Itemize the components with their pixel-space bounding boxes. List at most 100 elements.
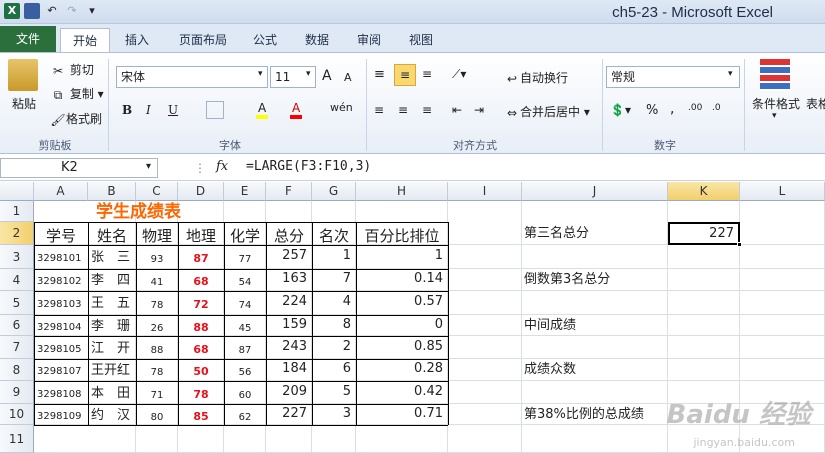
- table-cell[interactable]: 约 汉: [91, 404, 130, 425]
- column-header-l[interactable]: L: [740, 182, 825, 201]
- conditional-format-button[interactable]: 条件格式: [752, 95, 800, 112]
- conditional-format-icon[interactable]: [760, 59, 790, 91]
- row-header-7[interactable]: 7: [0, 336, 34, 359]
- table-cell[interactable]: 78: [136, 291, 178, 315]
- selected-cell-k2[interactable]: 227: [668, 222, 742, 247]
- table-cell[interactable]: 3298104: [37, 315, 82, 336]
- row-header-10[interactable]: 10: [0, 404, 34, 425]
- column-header-c[interactable]: C: [136, 182, 178, 201]
- column-header-j[interactable]: J: [522, 182, 668, 201]
- row-header-9[interactable]: 9: [0, 381, 34, 404]
- table-cell[interactable]: 王开红: [91, 359, 130, 381]
- row-header-8[interactable]: 8: [0, 359, 34, 381]
- table-cell[interactable]: 26: [136, 315, 178, 336]
- table-cell[interactable]: 257: [266, 245, 307, 269]
- percent-button[interactable]: %: [646, 103, 658, 118]
- table-cell[interactable]: 88: [136, 336, 178, 359]
- row-header-5[interactable]: 5: [0, 291, 34, 315]
- underline-button[interactable]: U: [168, 103, 178, 117]
- table-cell[interactable]: 68: [178, 269, 224, 291]
- paste-button[interactable]: 粘贴: [12, 95, 36, 112]
- table-cell[interactable]: 3298109: [37, 404, 82, 425]
- table-cell[interactable]: 45: [224, 315, 266, 336]
- table-cell[interactable]: 243: [266, 336, 307, 359]
- table-cell[interactable]: 159: [266, 315, 307, 336]
- insert-function-button[interactable]: fx: [216, 159, 228, 174]
- tab-page-layout[interactable]: 页面布局: [170, 28, 236, 52]
- table-cell[interactable]: 60: [224, 381, 266, 404]
- table-cell[interactable]: 80: [136, 404, 178, 425]
- name-box[interactable]: K2: [0, 158, 158, 178]
- fill-color-button[interactable]: A: [256, 101, 269, 119]
- table-cell[interactable]: 93: [136, 245, 178, 269]
- table-cell[interactable]: 3298107: [37, 359, 82, 381]
- row-header-11[interactable]: 11: [0, 425, 34, 453]
- chevron-down-icon[interactable]: ▾: [146, 161, 151, 172]
- fill-handle[interactable]: [737, 242, 742, 247]
- table-cell[interactable]: 78: [136, 359, 178, 381]
- table-cell[interactable]: 0.42: [356, 381, 443, 404]
- select-all-corner[interactable]: [0, 182, 34, 201]
- table-cell[interactable]: 7: [312, 269, 351, 291]
- row-header-4[interactable]: 4: [0, 269, 34, 291]
- table-cell[interactable]: 8: [312, 315, 351, 336]
- cut-button[interactable]: ✂ 剪切: [50, 61, 94, 79]
- tab-data[interactable]: 数据: [296, 28, 338, 52]
- row-header-2[interactable]: 2: [0, 222, 34, 245]
- table-cell[interactable]: 3: [312, 404, 351, 425]
- tab-file[interactable]: 文件: [0, 26, 56, 52]
- spreadsheet-grid[interactable]: A B C D E F G H I J K L 1 2 3 4 5 6 7 8 9 10 11 学生成绩表 学号 姓名 物理 地理 化学…: [0, 182, 825, 453]
- table-cell[interactable]: 4: [312, 291, 351, 315]
- decrease-decimal-icon[interactable]: .0: [712, 103, 721, 113]
- column-header-g[interactable]: G: [312, 182, 356, 201]
- tab-view[interactable]: 视图: [400, 28, 442, 52]
- table-cell[interactable]: 71: [136, 381, 178, 404]
- table-cell[interactable]: 0.71: [356, 404, 443, 425]
- column-header-d[interactable]: D: [178, 182, 224, 201]
- table-cell[interactable]: 本 田: [91, 381, 130, 404]
- copy-button[interactable]: ⧉ 复制 ▾: [50, 85, 104, 103]
- bold-button[interactable]: B: [122, 103, 132, 117]
- table-cell[interactable]: 0.28: [356, 359, 443, 381]
- increase-decimal-icon[interactable]: .00: [688, 103, 702, 113]
- format-painter-button[interactable]: 🖌格式刷: [50, 110, 102, 128]
- table-cell[interactable]: 54: [224, 269, 266, 291]
- table-cell[interactable]: 163: [266, 269, 307, 291]
- table-cell[interactable]: 1: [356, 245, 443, 269]
- table-cell[interactable]: 李 四: [91, 269, 130, 291]
- table-cell[interactable]: 0.57: [356, 291, 443, 315]
- align-right-icon[interactable]: ≡: [422, 103, 432, 117]
- table-cell[interactable]: 张 三: [91, 245, 130, 269]
- table-cell[interactable]: 李 珊: [91, 315, 130, 336]
- number-format-select[interactable]: 常规: [606, 66, 740, 88]
- tab-formulas[interactable]: 公式: [244, 28, 286, 52]
- row-header-3[interactable]: 3: [0, 245, 34, 269]
- column-header-h[interactable]: H: [356, 182, 448, 201]
- align-middle-icon[interactable]: ≡: [394, 64, 416, 86]
- column-header-f[interactable]: F: [266, 182, 312, 201]
- table-cell[interactable]: 50: [178, 359, 224, 381]
- shrink-font-button[interactable]: A: [344, 71, 352, 84]
- table-cell[interactable]: 72: [178, 291, 224, 315]
- paste-icon[interactable]: [8, 59, 38, 91]
- increase-indent-icon[interactable]: ⇥: [474, 103, 484, 117]
- border-icon[interactable]: [206, 101, 224, 119]
- table-cell[interactable]: 224: [266, 291, 307, 315]
- column-header-e[interactable]: E: [224, 182, 266, 201]
- table-cell[interactable]: 6: [312, 359, 351, 381]
- table-cell[interactable]: 5: [312, 381, 351, 404]
- orientation-icon[interactable]: ⟋▾: [452, 67, 466, 82]
- table-cell[interactable]: 1: [312, 245, 351, 269]
- table-cell[interactable]: 85: [178, 404, 224, 425]
- table-cell[interactable]: 88: [178, 315, 224, 336]
- table-cell[interactable]: 184: [266, 359, 307, 381]
- tab-home[interactable]: 开始: [60, 28, 110, 52]
- table-cell[interactable]: 0.14: [356, 269, 443, 291]
- align-top-icon[interactable]: ≡: [374, 67, 385, 82]
- table-cell[interactable]: 0: [356, 315, 443, 336]
- table-cell[interactable]: 227: [266, 404, 307, 425]
- table-cell[interactable]: 68: [178, 336, 224, 359]
- column-header-b[interactable]: B: [88, 182, 136, 201]
- align-left-icon[interactable]: ≡: [374, 103, 384, 117]
- font-name-select[interactable]: 宋体: [116, 66, 268, 88]
